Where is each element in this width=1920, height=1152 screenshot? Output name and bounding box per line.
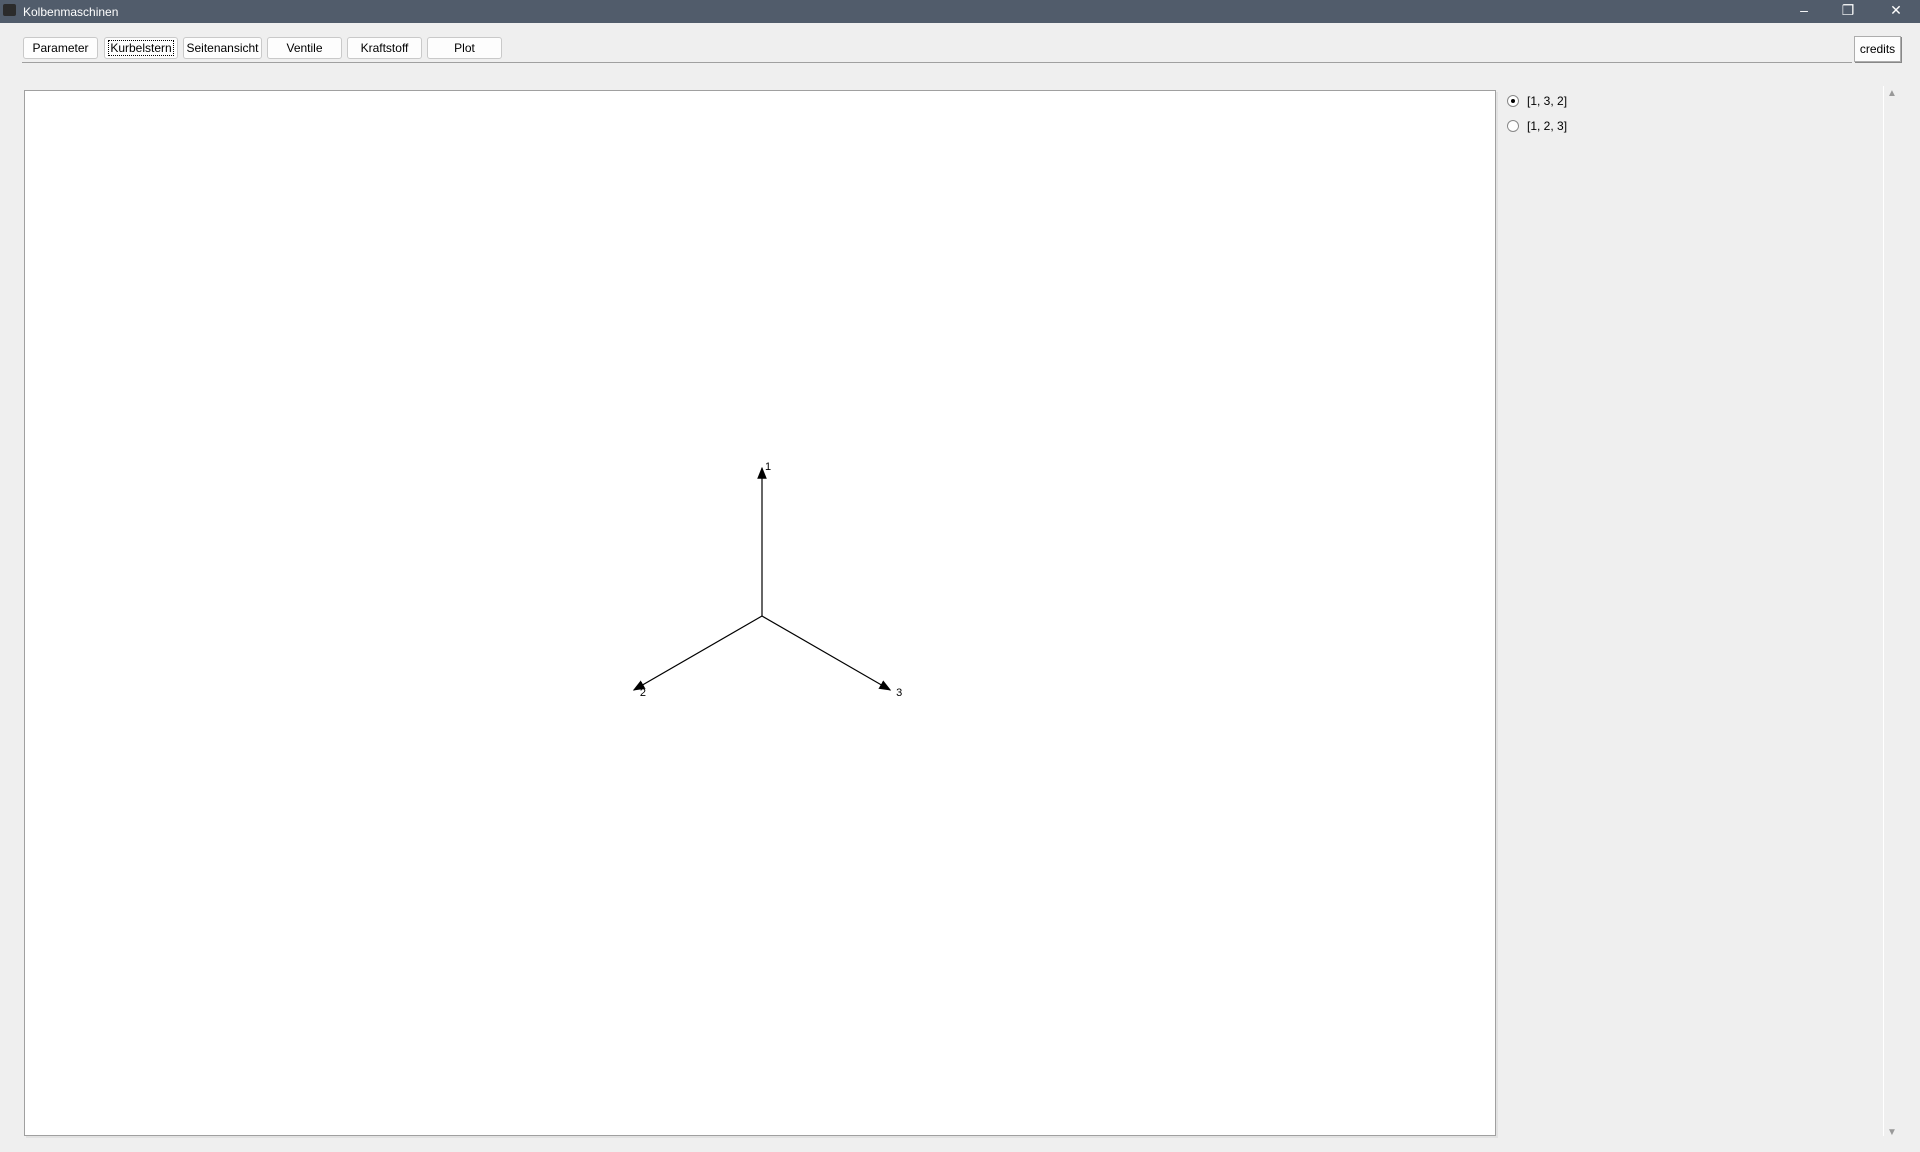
crank-arrow-3 <box>761 615 892 691</box>
radio-label: [1, 3, 2] <box>1527 94 1568 108</box>
tab-label: Seitenansicht <box>186 41 259 55</box>
tab-plot[interactable]: Plot <box>427 37 502 59</box>
crank-star-diagram: 1 2 3 <box>632 461 902 699</box>
scroll-down-arrow-icon[interactable]: ▼ <box>1887 1127 1897 1138</box>
toolbar-separator <box>22 62 1852 63</box>
tab-kurbelstern[interactable]: Kurbelstern <box>104 37 178 59</box>
title-bar: Kolbenmaschinen – ❐ ✕ <box>0 0 1920 23</box>
tab-label: Ventile <box>286 41 323 55</box>
crank-label-3: 3 <box>896 687 902 699</box>
window-title: Kolbenmaschinen <box>23 5 119 19</box>
scroll-up-arrow-icon[interactable]: ▲ <box>1887 88 1897 99</box>
radio-order-1-3-2[interactable]: [1, 3, 2] <box>1507 94 1567 108</box>
tab-kraftstoff[interactable]: Kraftstoff <box>347 37 422 59</box>
radio-button-selected[interactable] <box>1507 95 1519 107</box>
tab-parameter[interactable]: Parameter <box>23 37 98 59</box>
tab-label: Parameter <box>32 41 89 55</box>
close-button[interactable]: ✕ <box>1874 0 1918 23</box>
tab-label: Kurbelstern <box>108 40 174 56</box>
tab-seitenansicht[interactable]: Seitenansicht <box>183 37 262 59</box>
scrollbar[interactable] <box>1883 86 1884 1136</box>
radio-label: [1, 2, 3] <box>1527 119 1568 133</box>
crank-label-2: 2 <box>640 687 646 699</box>
crank-star-canvas: 1 2 3 <box>24 90 1496 1136</box>
tab-ventile[interactable]: Ventile <box>267 37 342 59</box>
radio-order-1-2-3[interactable]: [1, 2, 3] <box>1507 119 1567 133</box>
radio-button[interactable] <box>1507 120 1519 132</box>
tab-label: Kraftstoff <box>360 41 409 55</box>
minimize-button[interactable]: – <box>1782 0 1826 23</box>
crank-label-1: 1 <box>765 461 771 473</box>
crank-arrow-2 <box>632 615 763 691</box>
maximize-button[interactable]: ❐ <box>1826 0 1870 23</box>
credits-button[interactable]: credits <box>1854 36 1901 62</box>
app-icon <box>3 4 16 16</box>
tab-label: Plot <box>454 41 475 55</box>
